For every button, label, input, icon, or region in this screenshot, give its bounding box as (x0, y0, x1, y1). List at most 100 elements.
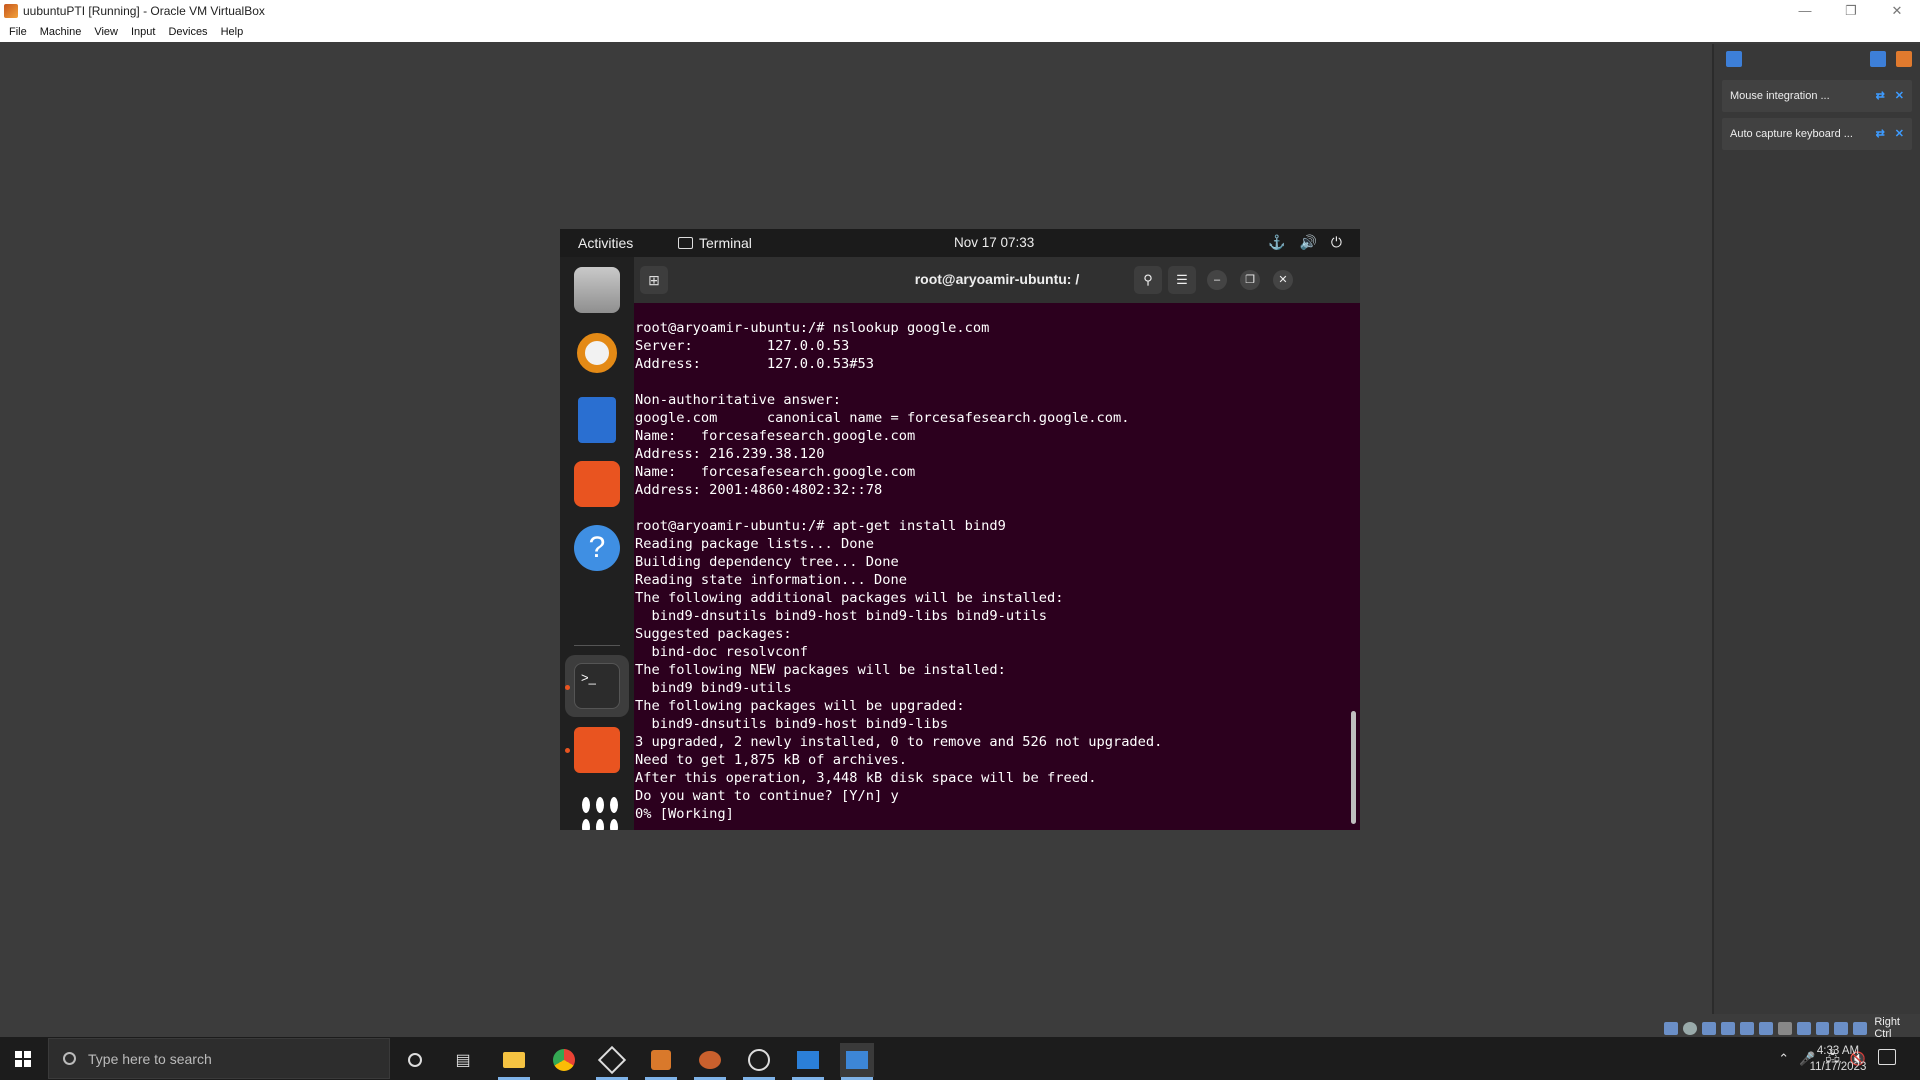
restore-icon[interactable]: ❐ (1828, 0, 1874, 22)
search-icon (63, 1052, 76, 1065)
menu-help[interactable]: Help (221, 26, 244, 38)
system-tray[interactable]: ⚓ 🔊 ⏻ (1268, 234, 1342, 251)
network-icon: ⚓ (1268, 234, 1286, 250)
files-icon[interactable] (574, 267, 620, 313)
volume-icon: 🔊 (1299, 234, 1317, 250)
menu-view[interactable]: View (94, 26, 118, 38)
recording-icon[interactable] (1796, 1021, 1811, 1035)
taskbar-clock[interactable]: 4:33 AM 11/17/2023 (1794, 1043, 1882, 1075)
date: 11/17/2023 (1809, 1061, 1867, 1073)
clear-all-icon[interactable] (1896, 51, 1912, 67)
ubuntu-installer-icon[interactable] (574, 727, 620, 773)
terminal-line: 0% [Working] (635, 806, 734, 822)
terminal-line: Suggested packages: (635, 626, 792, 642)
writer-icon[interactable] (578, 397, 616, 443)
terminal-line: bind9 bind9-utils (635, 680, 792, 696)
app-menu[interactable]: Terminal (678, 235, 752, 251)
terminal-line: Name: forcesafesearch.google.com (635, 428, 916, 444)
shared-folders-icon[interactable] (1758, 1021, 1773, 1035)
app-center-icon[interactable] (574, 461, 620, 507)
cpu-icon[interactable] (1815, 1021, 1830, 1035)
dismiss-icon[interactable]: ✕ (1895, 89, 1904, 102)
minimize-icon[interactable]: — (1782, 0, 1828, 22)
terminal-line: Name: forcesafesearch.google.com (635, 464, 916, 480)
start-button[interactable] (0, 1037, 46, 1080)
close-button[interactable]: ✕ (1273, 270, 1293, 290)
task-view-icon[interactable]: ▤ (446, 1043, 480, 1077)
notification-mouse-integration[interactable]: Mouse integration ... ⇄ ✕ (1722, 80, 1912, 112)
sort-icon[interactable] (1870, 51, 1886, 67)
terminal-line: The following packages will be upgraded: (635, 698, 965, 714)
rhythmbox-icon[interactable] (577, 333, 617, 373)
chevron-up-icon[interactable]: ⌃ (1778, 1051, 1789, 1067)
keyboard-icon[interactable] (1853, 1021, 1868, 1035)
terminal-line: Non-authoritative answer: (635, 392, 842, 408)
app-icon-orange[interactable] (644, 1043, 678, 1080)
help-icon[interactable]: ? (574, 525, 620, 571)
search-button[interactable]: ⚲ (1134, 266, 1162, 294)
app-icon-network[interactable] (693, 1043, 727, 1080)
window-controls: — ❐ ✕ (1782, 0, 1920, 22)
taskbar-search[interactable]: Type here to search (48, 1038, 390, 1079)
clock[interactable]: Nov 17 07:33 (954, 235, 1034, 250)
usb-icon[interactable] (1739, 1021, 1754, 1035)
terminal-line: Reading state information... Done (635, 572, 907, 588)
chrome-icon[interactable] (547, 1043, 581, 1077)
file-explorer-icon[interactable] (497, 1043, 531, 1080)
activities-button[interactable]: Activities (578, 235, 633, 251)
cortana-icon[interactable] (398, 1043, 432, 1077)
notification-center-icon[interactable] (1726, 51, 1742, 67)
minimize-button[interactable]: – (1207, 270, 1227, 290)
network-icon[interactable] (1720, 1021, 1735, 1035)
terminal-line: Address: 127.0.0.53#53 (635, 356, 874, 372)
menu-devices[interactable]: Devices (168, 26, 207, 38)
terminal-line: bind-doc resolvconf (635, 644, 809, 660)
hamburger-menu-button[interactable]: ☰ (1168, 266, 1196, 294)
virtualbox-taskbar-icon[interactable] (595, 1043, 629, 1080)
terminal-icon[interactable]: >_ (574, 663, 620, 709)
action-center-icon[interactable] (1878, 1049, 1896, 1065)
dock-separator (574, 645, 620, 646)
notification-text: Auto capture keyboard ... (1730, 128, 1853, 140)
obs-icon[interactable] (742, 1043, 776, 1080)
window-title: uubuntuPTI [Running] - Oracle VM Virtual… (23, 4, 265, 18)
terminal-line: Do you want to continue? [Y/n] y (635, 788, 899, 804)
running-indicator (565, 748, 570, 753)
close-icon[interactable]: ✕ (1874, 0, 1920, 22)
dismiss-icon[interactable]: ✕ (1895, 127, 1904, 140)
terminal-line: The following additional packages will b… (635, 590, 1064, 606)
windows-taskbar: Type here to search ▤ ⌃ 🎤 🖧 🔇 4:33 AM 11… (0, 1037, 1920, 1080)
notification-text: Mouse integration ... (1730, 90, 1830, 102)
help-icon[interactable]: ⇄ (1876, 89, 1885, 102)
menu-file[interactable]: File (9, 26, 27, 38)
terminal-line: After this operation, 3,448 kB disk spac… (635, 770, 1097, 786)
photos-icon[interactable] (840, 1043, 874, 1080)
terminal-line: root@aryoamir-ubuntu:/# nslookup google.… (635, 320, 990, 336)
menu-machine[interactable]: Machine (40, 26, 82, 38)
app-name: Terminal (699, 235, 752, 251)
ubuntu-dock: ? >_ (560, 257, 634, 830)
optical-drive-icon[interactable] (1682, 1021, 1697, 1035)
help-icon[interactable]: ⇄ (1876, 127, 1885, 140)
search-placeholder: Type here to search (88, 1050, 212, 1067)
audio-icon[interactable] (1701, 1021, 1716, 1035)
maximize-button[interactable]: ❐ (1240, 270, 1260, 290)
mouse-integration-icon[interactable] (1834, 1021, 1849, 1035)
terminal-line: Building dependency tree... Done (635, 554, 899, 570)
notification-auto-capture[interactable]: Auto capture keyboard ... ⇄ ✕ (1722, 118, 1912, 150)
hard-disk-icon[interactable] (1664, 1021, 1678, 1035)
menu-input[interactable]: Input (131, 26, 155, 38)
terminal-line: google.com canonical name = forcesafesea… (635, 410, 1130, 426)
terminal-line: Address: 216.239.38.120 (635, 446, 825, 462)
ubuntu-guest-screen[interactable]: Activities Terminal Nov 17 07:33 ⚓ 🔊 ⏻ ?… (560, 229, 1360, 830)
windows-logo-icon (15, 1050, 31, 1067)
show-apps-icon[interactable] (574, 789, 620, 830)
terminal-line: root@aryoamir-ubuntu:/# apt-get install … (635, 518, 1006, 534)
display-icon[interactable] (1777, 1021, 1792, 1035)
terminal-scrollbar[interactable] (1351, 711, 1356, 824)
terminal-line: Reading package lists... Done (635, 536, 874, 552)
terminal-output[interactable]: root@aryoamir-ubuntu:/# nslookup google.… (634, 303, 1360, 830)
app-icon-blue[interactable] (791, 1043, 825, 1080)
time: 4:33 AM (1816, 1045, 1860, 1057)
